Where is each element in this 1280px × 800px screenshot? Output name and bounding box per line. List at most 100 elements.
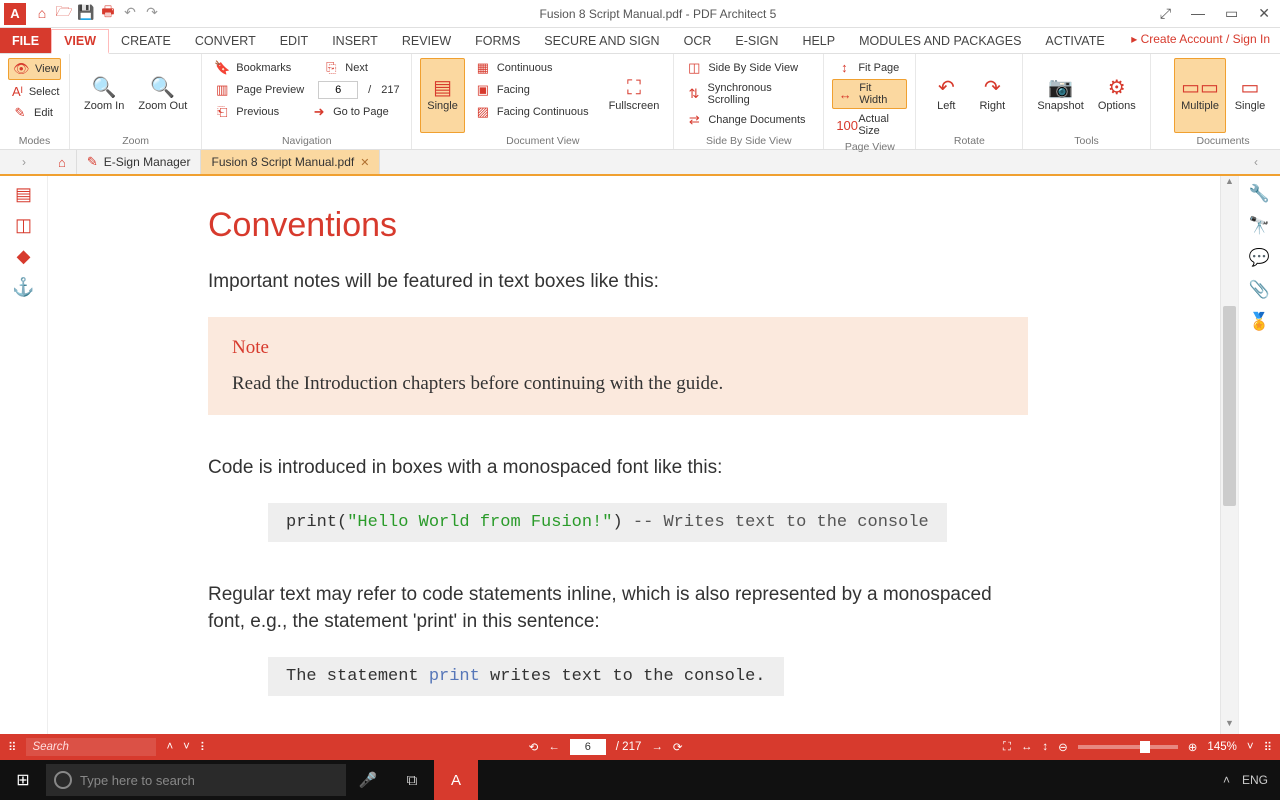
tab-activate[interactable]: ACTIVATE xyxy=(1033,28,1116,53)
certify-icon[interactable]: 🏅 xyxy=(1249,312,1270,332)
tab-view[interactable]: VIEW xyxy=(51,29,109,54)
facing-button[interactable]: ▣Facing xyxy=(471,80,593,100)
tools-icon[interactable]: 🔧 xyxy=(1249,184,1270,204)
page-area[interactable]: Conventions Important notes will be feat… xyxy=(48,176,1238,734)
print-icon[interactable]: 🖶 xyxy=(98,3,118,23)
zoom-out-status-icon[interactable]: ⊖ xyxy=(1058,740,1068,754)
save-icon[interactable]: 💾 xyxy=(76,3,96,23)
close-icon[interactable]: ✕ xyxy=(1252,3,1276,24)
mode-select-button[interactable]: AᴵSelect xyxy=(8,82,61,101)
tab-modules[interactable]: MODULES AND PACKAGES xyxy=(847,28,1033,53)
mode-view-button[interactable]: 👁View xyxy=(8,58,61,80)
zoom-out-button[interactable]: 🔍Zoom Out xyxy=(132,58,193,133)
fit-page-button[interactable]: ↕Fit Page xyxy=(832,58,907,77)
attachment-icon[interactable]: 📎 xyxy=(1249,280,1270,300)
tab-convert[interactable]: CONVERT xyxy=(183,28,268,53)
next-page-icon[interactable]: → xyxy=(651,741,663,753)
bookmarks-button[interactable]: 🔖Bookmarks xyxy=(210,58,295,78)
scroll-up-icon[interactable]: ▲ xyxy=(1221,176,1238,192)
esign-tab[interactable]: ✎E-Sign Manager xyxy=(77,150,202,174)
fit-width-status-icon[interactable]: ↔ xyxy=(1021,741,1033,753)
goto-page-button[interactable]: ➜Go to Page xyxy=(307,102,393,122)
side-by-side-button[interactable]: ◫Side By Side View xyxy=(682,58,815,78)
snapshot-button[interactable]: 📷Snapshot xyxy=(1031,58,1089,133)
single-doc-button[interactable]: ▭Single xyxy=(1228,58,1272,133)
home-icon[interactable]: ⌂ xyxy=(32,3,52,23)
tab-ocr[interactable]: OCR xyxy=(672,28,724,53)
start-button[interactable]: ⊞ xyxy=(0,770,46,790)
last-page-icon[interactable]: ⟳ xyxy=(673,740,683,754)
page-number-input[interactable] xyxy=(318,81,358,99)
find-icon[interactable]: 🔭 xyxy=(1249,216,1270,236)
home-tab[interactable]: ⌂ xyxy=(48,150,77,174)
options-button[interactable]: ⚙Options xyxy=(1092,58,1142,133)
first-page-icon[interactable]: ⟲ xyxy=(529,740,539,754)
facing-continuous-button[interactable]: ▨Facing Continuous xyxy=(471,102,593,122)
mic-icon[interactable]: 🎤 xyxy=(346,771,390,789)
document-tab[interactable]: Fusion 8 Script Manual.pdf✕ xyxy=(201,150,380,174)
search-next-icon[interactable]: ˅ xyxy=(183,741,190,753)
zoom-slider[interactable] xyxy=(1078,745,1178,749)
mode-edit-button[interactable]: ✎Edit xyxy=(8,103,61,123)
zoom-dropdown-icon[interactable]: ˅ xyxy=(1247,741,1254,753)
search-prev-icon[interactable]: ˄ xyxy=(166,741,173,753)
vertical-scrollbar[interactable]: ▲ ▼ xyxy=(1220,176,1238,734)
comment-icon[interactable]: 💬 xyxy=(1249,248,1270,268)
tab-secure[interactable]: SECURE AND SIGN xyxy=(532,28,671,53)
single-page-button[interactable]: ▤Single xyxy=(420,58,465,133)
fullscreen-button[interactable]: ⛶Fullscreen xyxy=(603,58,666,133)
anchor-icon[interactable]: ⚓ xyxy=(12,277,34,298)
page-preview-button[interactable]: ▥Page Preview xyxy=(210,80,308,100)
redo-icon[interactable]: ↷ xyxy=(142,3,162,23)
zoom-percent[interactable]: 145% xyxy=(1207,741,1236,753)
maximize-icon[interactable]: ▭ xyxy=(1219,3,1244,24)
layers-icon[interactable]: ◆ xyxy=(17,246,31,267)
task-view-icon[interactable]: ⧉ xyxy=(390,772,434,789)
tray-lang[interactable]: ENG xyxy=(1242,773,1268,787)
next-button[interactable]: ⎘Next xyxy=(319,58,372,78)
tray-expand-icon[interactable]: ˄ xyxy=(1223,773,1230,787)
close-tab-icon[interactable]: ✕ xyxy=(360,156,369,169)
tab-insert[interactable]: INSERT xyxy=(320,28,390,53)
tab-review[interactable]: REVIEW xyxy=(390,28,463,53)
status-page-total: / 217 xyxy=(616,741,642,753)
sync-scroll-button[interactable]: ⇅Synchronous Scrolling xyxy=(682,80,815,108)
zoom-in-button[interactable]: 🔍Zoom In xyxy=(78,58,130,133)
change-documents-button[interactable]: ⇄Change Documents xyxy=(682,110,815,130)
fit-page-status-icon[interactable]: ↕ xyxy=(1042,741,1048,753)
bookmarks-panel-icon[interactable]: ◫ xyxy=(15,215,32,236)
search-options-icon[interactable]: ⠇ xyxy=(200,740,208,754)
undo-icon[interactable]: ↶ xyxy=(120,3,140,23)
rotate-right-button[interactable]: ↷Right xyxy=(970,58,1014,133)
expand-right-panel[interactable]: ‹ xyxy=(1232,150,1280,174)
tab-esign[interactable]: E-SIGN xyxy=(723,28,790,53)
continuous-button[interactable]: ▦Continuous xyxy=(471,58,593,78)
minimize-icon[interactable]: — xyxy=(1185,3,1211,24)
expand-left-panel[interactable]: › xyxy=(0,150,48,174)
previous-button[interactable]: ⎗Previous xyxy=(210,102,283,122)
multiple-docs-button[interactable]: ▭▭Multiple xyxy=(1174,58,1226,133)
status-search[interactable]: Search xyxy=(26,738,156,756)
tab-file[interactable]: FILE xyxy=(0,28,51,53)
fit-width-button[interactable]: ↔Fit Width xyxy=(832,79,907,109)
tab-edit[interactable]: EDIT xyxy=(268,28,320,53)
scroll-thumb[interactable] xyxy=(1223,306,1236,506)
tab-help[interactable]: HELP xyxy=(790,28,847,53)
pdfarchitect-taskbar-icon[interactable]: A xyxy=(434,760,478,800)
ribbon-collapse-icon[interactable]: ⤢ xyxy=(1154,3,1177,24)
prev-page-icon[interactable]: ← xyxy=(548,741,560,753)
actual-size-button[interactable]: 100Actual Size xyxy=(832,111,907,139)
status-page-input[interactable] xyxy=(570,739,606,755)
scroll-down-icon[interactable]: ▼ xyxy=(1221,718,1238,734)
tab-create[interactable]: CREATE xyxy=(109,28,183,53)
rotate-left-button[interactable]: ↶Left xyxy=(924,58,968,133)
taskbar-search[interactable]: Type here to search xyxy=(46,764,346,796)
open-icon[interactable]: 🗁 xyxy=(54,3,74,23)
status-menu-icon[interactable]: ⠿ xyxy=(8,740,16,754)
fit-screen-icon[interactable]: ⛶ xyxy=(1003,741,1011,754)
status-more-icon[interactable]: ⠿ xyxy=(1264,740,1272,754)
tab-forms[interactable]: FORMS xyxy=(463,28,532,53)
thumbnails-icon[interactable]: ▤ xyxy=(15,184,32,205)
signin-link[interactable]: Create Account / Sign In xyxy=(1121,28,1280,53)
zoom-in-status-icon[interactable]: ⊕ xyxy=(1188,740,1198,754)
